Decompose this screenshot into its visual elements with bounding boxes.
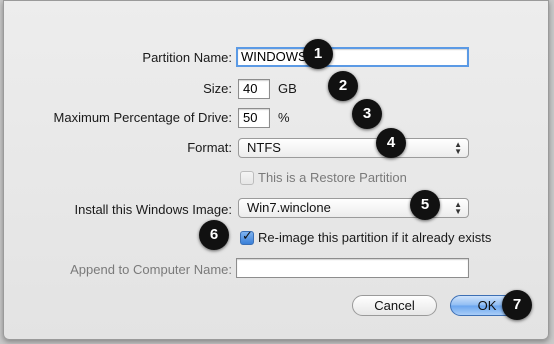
- restore-partition-checkbox[interactable]: [240, 171, 254, 185]
- partition-name-label: Partition Name:: [142, 50, 232, 65]
- partition-settings-dialog: Partition Name: WINDOWS Size: 40 GB Maxi…: [3, 0, 549, 340]
- max-percentage-unit: %: [278, 110, 290, 125]
- callout-badge-2: 2: [328, 71, 358, 101]
- restore-partition-label: This is a Restore Partition: [258, 170, 407, 185]
- up-down-arrows-icon: ▲ ▼: [454, 200, 462, 216]
- reimage-checkbox[interactable]: [240, 229, 254, 245]
- size-label: Size:: [203, 81, 232, 96]
- size-input[interactable]: 40: [238, 79, 270, 99]
- size-unit: GB: [278, 81, 297, 96]
- partition-name-input[interactable]: WINDOWS: [236, 47, 469, 67]
- callout-badge-3: 3: [352, 99, 382, 129]
- cancel-button[interactable]: Cancel: [352, 295, 437, 316]
- format-label: Format:: [187, 140, 232, 155]
- append-name-input[interactable]: [236, 258, 469, 278]
- reimage-label: Re-image this partition if it already ex…: [258, 230, 492, 245]
- max-percentage-input[interactable]: 50: [238, 108, 270, 128]
- callout-badge-1: 1: [303, 39, 333, 69]
- up-down-arrows-icon: ▲ ▼: [454, 140, 462, 156]
- callout-badge-5: 5: [410, 190, 440, 220]
- callout-badge-4: 4: [376, 128, 406, 158]
- max-percentage-label: Maximum Percentage of Drive:: [53, 110, 232, 125]
- format-selected-value: NTFS: [247, 140, 281, 155]
- windows-image-label: Install this Windows Image:: [74, 202, 232, 217]
- callout-badge-6: 6: [199, 220, 229, 250]
- callout-badge-7: 7: [502, 290, 532, 320]
- format-select[interactable]: NTFS ▲ ▼: [238, 138, 469, 158]
- windows-image-selected-value: Win7.winclone: [247, 200, 331, 215]
- append-name-label: Append to Computer Name:: [70, 262, 232, 277]
